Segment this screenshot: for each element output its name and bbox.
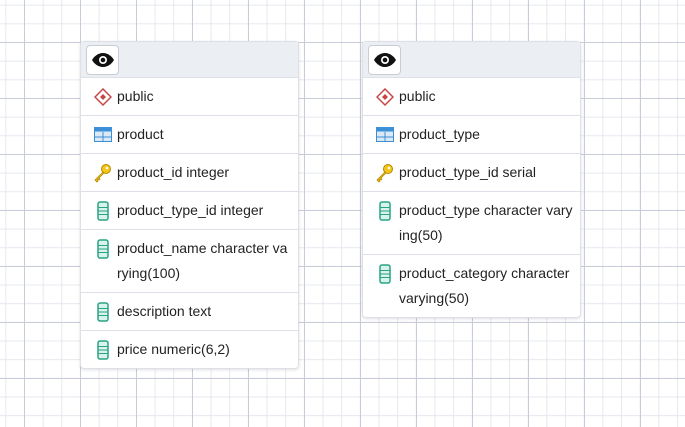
column-row[interactable]: product_id integer [81, 154, 298, 192]
column-row[interactable]: product_category character varying(50) [363, 255, 580, 317]
table-node-product_type[interactable]: public product_type product_type_id serial… [362, 41, 581, 318]
column-icon [93, 198, 113, 223]
table-header [81, 42, 298, 78]
schema-row[interactable]: public [81, 78, 298, 116]
column-icon [375, 261, 395, 286]
table-icon [375, 122, 395, 147]
schema-icon [375, 84, 395, 109]
schema-row[interactable]: public [363, 78, 580, 116]
eye-icon[interactable] [368, 45, 401, 75]
column-row[interactable]: product_type_id serial [363, 154, 580, 192]
column-row[interactable]: product_type_id integer [81, 192, 298, 230]
schema-icon [93, 84, 113, 109]
key-icon [375, 160, 395, 185]
column-row[interactable]: description text [81, 293, 298, 331]
column-row[interactable]: product_name character varying(100) [81, 230, 298, 293]
table-header [363, 42, 580, 78]
eye-icon[interactable] [86, 45, 119, 75]
table-icon [93, 122, 113, 147]
table-name-row[interactable]: product [81, 116, 298, 154]
table-node-product[interactable]: public product product_id integer product_t… [80, 41, 299, 369]
column-icon [93, 337, 113, 362]
column-icon [93, 236, 113, 261]
column-row[interactable]: price numeric(6,2) [81, 331, 298, 368]
column-icon [93, 299, 113, 324]
column-row[interactable]: product_type character varying(50) [363, 192, 580, 255]
column-icon [375, 198, 395, 223]
table-name-row[interactable]: product_type [363, 116, 580, 154]
key-icon [93, 160, 113, 185]
